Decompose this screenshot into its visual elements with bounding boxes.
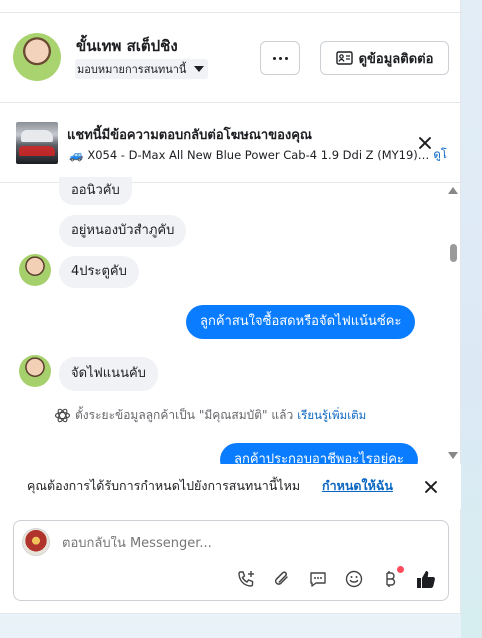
divider (0, 12, 461, 13)
contact-card-icon (335, 51, 353, 65)
divider (0, 102, 461, 103)
scroll-up-arrow[interactable] (448, 187, 458, 194)
ad-banner-subtitle: 🚙 X054 - D-Max All New Blue Power Cab-4 … (69, 146, 447, 164)
learn-more-link[interactable]: เรียนรู้เพิ่มเติม (297, 407, 366, 425)
message-bubble-incoming: จัดไฟแนนคับ (59, 357, 158, 391)
view-contact-button[interactable]: ดูข้อมูลติดต่อ (320, 41, 449, 75)
ad-banner-title: แชทนี้มีข้อความตอบกลับต่อโฆษณาของคุณ (67, 128, 312, 143)
message-bubble-incoming: 4ประตูคับ (59, 256, 139, 288)
ad-thumbnail[interactable] (16, 122, 58, 164)
scrollbar-thumb[interactable] (450, 244, 457, 262)
lead-stage-icon (54, 408, 71, 423)
system-note-text: ตั้งระยะข้อมูลลูกค้าเป็น "มีคุณสมบัติ" แ… (75, 408, 294, 422)
assign-conversation-label: มอบหมายการสนทนานี้ (77, 63, 187, 76)
assign-prompt-text: คุณต้องการได้รับการกำหนดไปยังการสนทนานี้… (27, 478, 301, 493)
attachment-icon[interactable] (271, 568, 293, 590)
sender-avatar (19, 254, 51, 286)
close-icon[interactable] (418, 136, 432, 150)
message-bubble-outgoing: ลูกค้าสนใจซื้อสดหรือจัดไฟแน้นซ์คะ (186, 305, 416, 339)
page-avatar (22, 528, 50, 556)
system-note: ตั้งระยะข้อมูลลูกค้าเป็น "มีคุณสมบัติ" แ… (54, 406, 366, 425)
close-icon[interactable] (424, 480, 438, 494)
reply-input[interactable] (62, 536, 432, 551)
call-add-icon[interactable] (235, 568, 257, 590)
message-bubble-incoming: ออนิวคับ (59, 177, 132, 205)
more-dots-icon (272, 56, 288, 60)
ad-name: X054 - D-Max All New Blue Power Cab-4 1.… (87, 148, 430, 162)
scroll-down-arrow[interactable] (448, 452, 458, 459)
contact-avatar[interactable] (13, 33, 61, 81)
sender-avatar (19, 355, 51, 387)
view-contact-label: ดูข้อมูลติดต่อ (358, 51, 434, 67)
contact-name[interactable]: ขั้นเทพ สเต็ปชิง (76, 34, 178, 58)
saved-reply-icon[interactable] (307, 568, 329, 590)
more-options-button[interactable] (260, 41, 300, 75)
message-bubble-incoming: อยู่หนองบัวสำภูคับ (59, 215, 187, 247)
car-icon: 🚙 (69, 148, 84, 162)
view-ad-link[interactable]: ดูโ (433, 146, 447, 164)
background-rail (461, 0, 482, 638)
emoji-icon[interactable] (343, 568, 365, 590)
notification-dot (397, 566, 404, 573)
assign-conversation-dropdown[interactable]: มอบหมายการสนทนานี้ (75, 59, 209, 79)
thumbs-up-icon[interactable] (415, 568, 437, 590)
assign-to-me-link[interactable]: กำหนดให้ฉัน (322, 476, 393, 496)
caret-down-icon (194, 66, 205, 72)
